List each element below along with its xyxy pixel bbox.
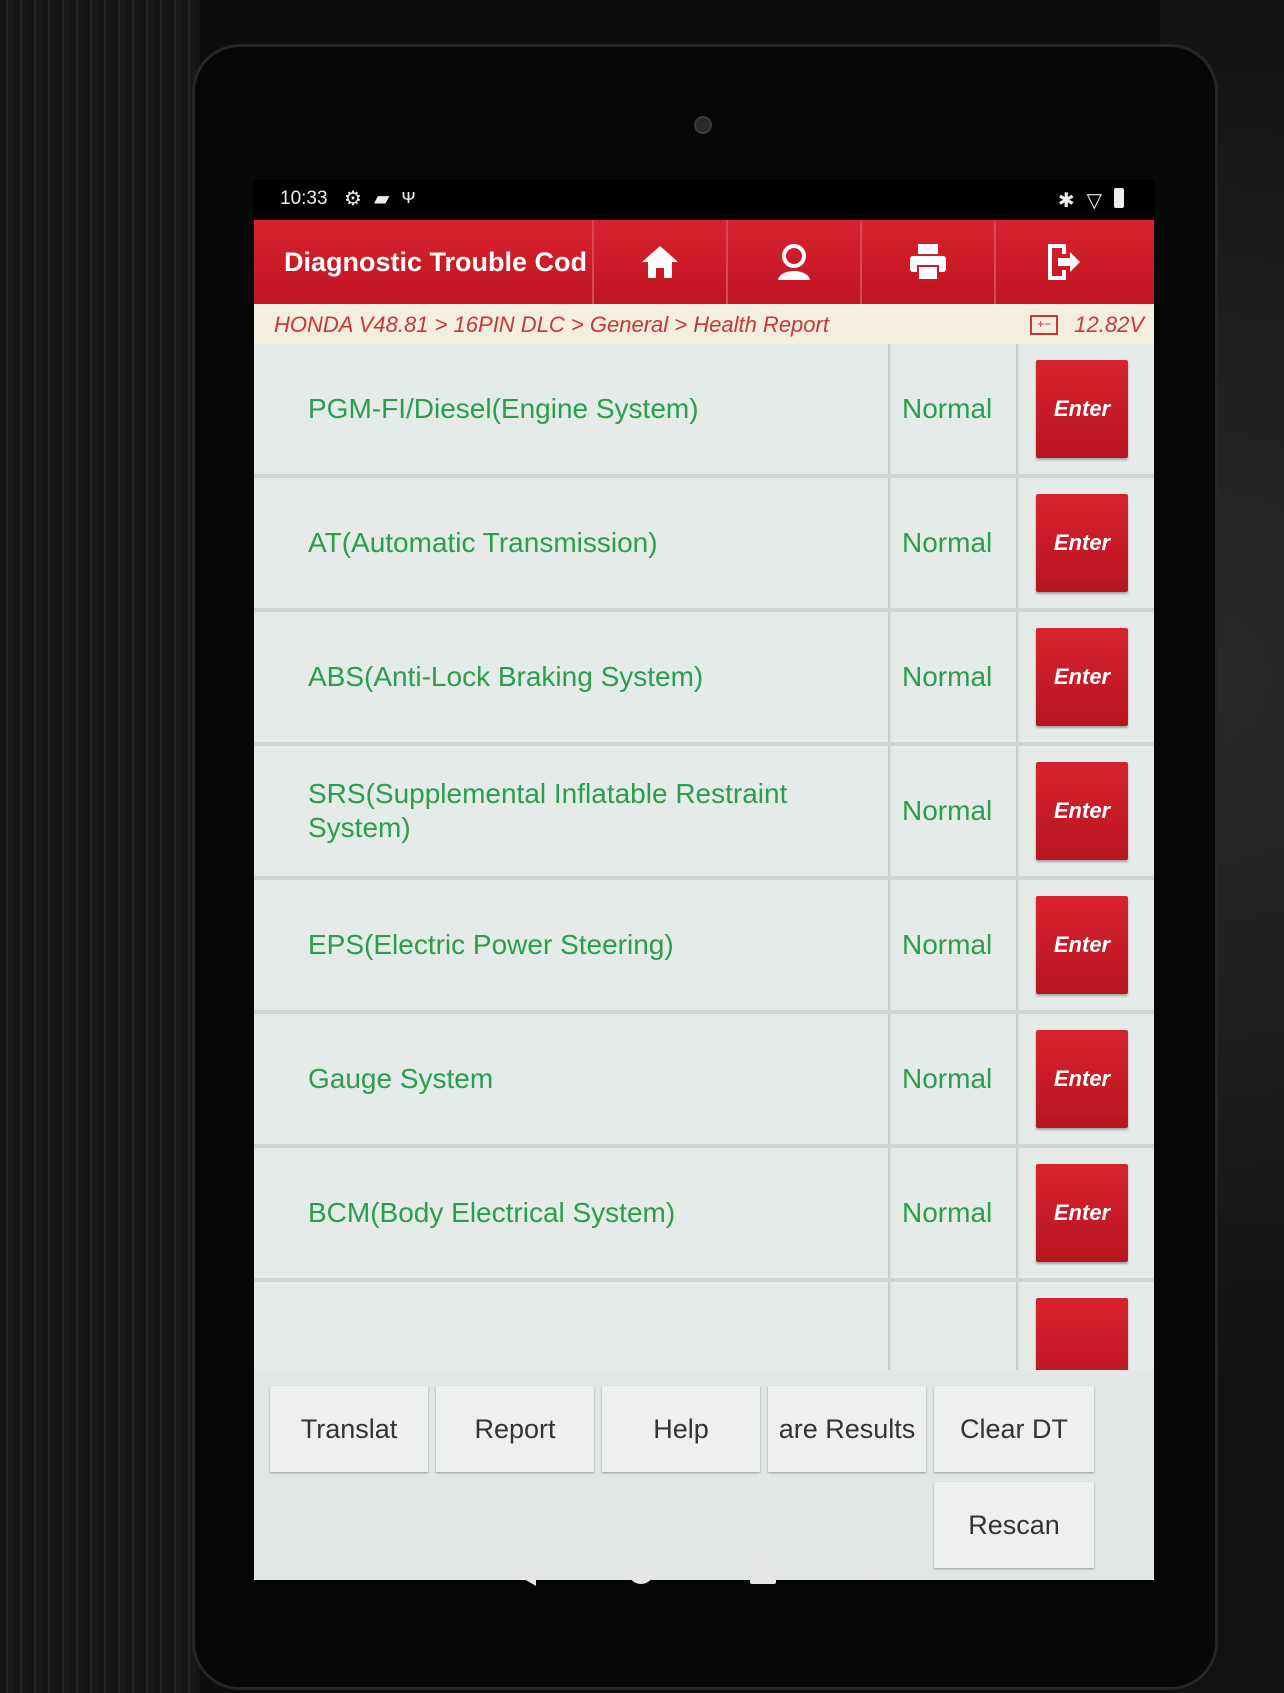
home-nav-icon[interactable] — [628, 1558, 654, 1584]
system-list[interactable]: PGM-FI/Diesel(Engine System) Normal Ente… — [254, 344, 1154, 1370]
system-status — [892, 1282, 1018, 1370]
enter-button[interactable]: Enter — [1036, 494, 1128, 592]
status-icons-right: ✱ ▽ — [1058, 188, 1124, 213]
recent-apps-icon[interactable] — [750, 1558, 776, 1584]
system-row: Gauge System Normal Enter — [254, 1014, 1154, 1148]
system-name: EPS(Electric Power Steering) — [254, 880, 890, 1010]
android-nav-bar: ⧉ — [254, 1540, 1154, 1602]
clear-dtc-button[interactable]: Clear DT — [934, 1386, 1094, 1472]
status-time: 10:33 — [280, 188, 328, 209]
enter-button[interactable]: Enter — [1036, 1030, 1128, 1128]
system-row: BCM(Body Electrical System) Normal Enter — [254, 1148, 1154, 1282]
photo-frame: 10:33 ⚙ ▰ ᴪ ✱ ▽ Diagnostic Trouble Cod H… — [0, 0, 1284, 1693]
help-button[interactable]: Help — [602, 1386, 760, 1472]
system-status: Normal — [892, 344, 1018, 474]
wifi-icon: ▽ — [1086, 190, 1102, 212]
device-case-left — [0, 0, 200, 1693]
system-row: SRS(Supplemental Inflatable Restraint Sy… — [254, 746, 1154, 880]
screen: 10:33 ⚙ ▰ ᴪ ✱ ▽ Diagnostic Trouble Cod H… — [254, 180, 1154, 1580]
camera-icon — [694, 116, 712, 134]
enter-button[interactable]: Enter — [1036, 360, 1128, 458]
enter-button[interactable]: Enter — [1036, 762, 1128, 860]
exit-icon — [1048, 244, 1080, 280]
system-name: SRS(Supplemental Inflatable Restraint Sy… — [254, 746, 890, 876]
system-status: Normal — [892, 1014, 1018, 1144]
battery-voltage: +− 12.82V — [1030, 312, 1144, 338]
system-status: Normal — [892, 746, 1018, 876]
system-name: Gauge System — [254, 1014, 890, 1144]
battery-icon — [1114, 188, 1124, 208]
enter-button[interactable]: Enter — [1036, 628, 1128, 726]
translate-button[interactable]: Translat — [270, 1386, 428, 1472]
home-button[interactable] — [592, 220, 726, 304]
report-button[interactable]: Report — [436, 1386, 594, 1472]
system-name: ABS(Anti-Lock Braking System) — [254, 612, 890, 742]
system-row: ABS(Anti-Lock Braking System) Normal Ent… — [254, 612, 1154, 746]
support-button[interactable] — [726, 220, 860, 304]
system-status: Normal — [892, 1148, 1018, 1278]
print-icon — [910, 244, 946, 281]
system-row: PGM-FI/Diesel(Engine System) Normal Ente… — [254, 344, 1154, 478]
system-name — [254, 1282, 890, 1370]
app-header: Diagnostic Trouble Cod — [254, 220, 1154, 304]
enter-button[interactable] — [1036, 1298, 1128, 1370]
system-row: EPS(Electric Power Steering) Normal Ente… — [254, 880, 1154, 1014]
support-icon — [778, 244, 810, 280]
screenshot-icon[interactable]: ⧉ — [864, 1554, 885, 1584]
back-icon[interactable] — [512, 1558, 536, 1586]
status-icons-left: ⚙ ▰ ᴪ — [344, 186, 416, 211]
compare-results-button[interactable]: are Results — [768, 1386, 926, 1472]
system-status: Normal — [892, 880, 1018, 1010]
enter-button[interactable]: Enter — [1036, 1164, 1128, 1262]
print-button[interactable] — [860, 220, 994, 304]
system-row-partial — [254, 1282, 1154, 1370]
system-name: BCM(Body Electrical System) — [254, 1148, 890, 1278]
settings-icon: ⚙ — [344, 188, 362, 210]
status-bar: 10:33 ⚙ ▰ ᴪ ✱ ▽ — [254, 180, 1154, 220]
system-status: Normal — [892, 612, 1018, 742]
system-name: PGM-FI/Diesel(Engine System) — [254, 344, 890, 474]
system-status: Normal — [892, 478, 1018, 608]
page-title: Diagnostic Trouble Cod — [284, 247, 588, 277]
system-row: AT(Automatic Transmission) Normal Enter — [254, 478, 1154, 612]
breadcrumb-bar: HONDA V48.81 > 16PIN DLC > General > Hea… — [254, 304, 1154, 344]
home-icon — [642, 246, 678, 278]
voltage-value: 12.82V — [1074, 312, 1144, 337]
system-name: AT(Automatic Transmission) — [254, 478, 890, 608]
message-icon: ▰ — [373, 188, 390, 210]
exit-button[interactable] — [994, 220, 1128, 304]
bluetooth-icon: ✱ — [1057, 190, 1075, 212]
breadcrumb: HONDA V48.81 > 16PIN DLC > General > Hea… — [274, 312, 829, 337]
car-battery-icon: +− — [1030, 315, 1059, 335]
usb-icon: ᴪ — [401, 186, 416, 208]
enter-button[interactable]: Enter — [1036, 896, 1128, 994]
